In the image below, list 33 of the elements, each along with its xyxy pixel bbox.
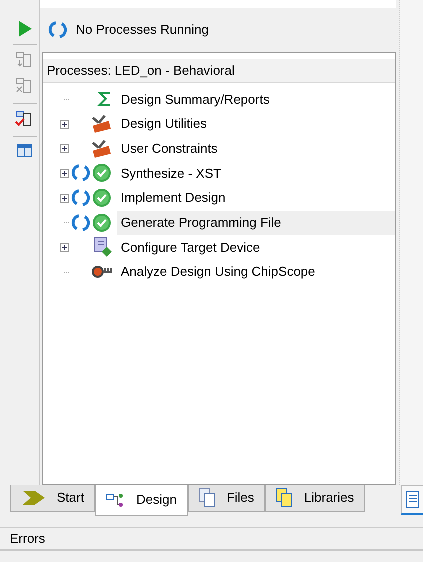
folders-icon [276, 488, 294, 508]
device-icon [93, 237, 113, 258]
tab[interactable]: Design [95, 485, 188, 516]
side-tab[interactable] [401, 485, 423, 515]
panel-layout-icon[interactable] [16, 143, 32, 159]
document-icon [406, 490, 420, 508]
panel-title: Errors [10, 530, 46, 548]
sync-check-icon [71, 212, 113, 233]
expand-icon[interactable] [60, 168, 69, 178]
expand-icon[interactable] [60, 120, 69, 129]
process-item[interactable]: User Constraints [117, 136, 218, 161]
tab[interactable]: Start [10, 485, 96, 512]
tab[interactable]: Libraries [265, 485, 366, 512]
process-item[interactable]: Implement Design [117, 186, 226, 210]
process-item[interactable]: Design Utilities [117, 112, 207, 136]
process-item[interactable]: Analyze Design Using ChipScope [117, 260, 316, 284]
probe-icon [91, 265, 113, 280]
chevron-icon [21, 490, 47, 506]
refresh-icon [48, 21, 68, 39]
sync-check-icon [71, 188, 113, 208]
expand-icon[interactable] [60, 242, 69, 252]
expand-icon[interactable] [60, 194, 69, 203]
sync-check-icon [71, 163, 113, 184]
expand-icon[interactable] [60, 144, 69, 154]
process-item[interactable]: Design Summary/Reports [117, 87, 270, 112]
process-item[interactable]: Synthesize - XST [117, 161, 222, 186]
sigma-icon [97, 91, 113, 108]
process-item[interactable]: Generate Programming File [117, 210, 395, 235]
status-text: No Processes Running [76, 21, 209, 40]
documents-icon [198, 488, 217, 508]
process-item[interactable]: Configure Target Device [117, 235, 260, 260]
panel-title: Processes: LED_on - Behavioral [47, 62, 235, 80]
tab[interactable]: Files [188, 485, 266, 512]
